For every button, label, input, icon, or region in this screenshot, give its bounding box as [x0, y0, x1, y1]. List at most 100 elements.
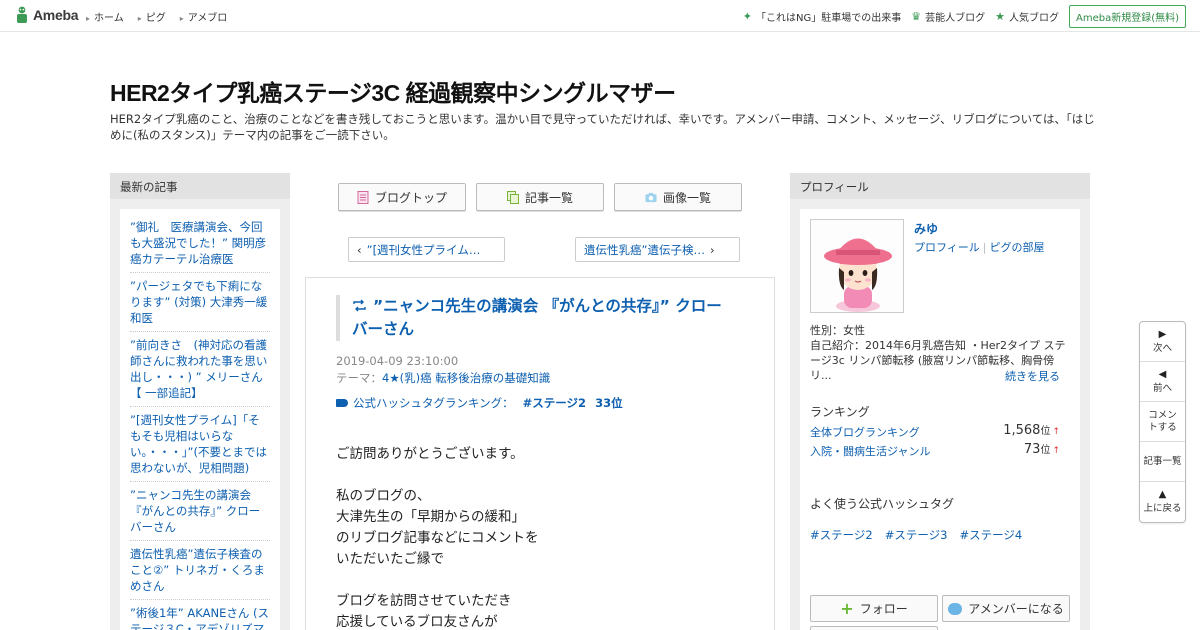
ranking-row-genre: 入院・闘病生活ジャンル 73位 ↑: [810, 442, 1060, 459]
logo-text: Ameba: [33, 7, 79, 23]
follow-label: フォロー: [859, 602, 908, 616]
recent-article-link[interactable]: ”術後1年” AKANEさん (ステージ３C・アデゾリズマブ): [130, 605, 270, 630]
body-line: ご訪問ありがとうございます。: [336, 446, 524, 462]
recent-article-link[interactable]: ”ニャンコ先生の講演会 『がんとの共存』” クローバーさん: [130, 487, 270, 541]
sparkle-icon: ✦: [742, 10, 752, 23]
back-to-top-button[interactable]: ▲ 上に戻る: [1140, 482, 1185, 522]
profile-gender: 性別：女性: [810, 324, 865, 337]
nav-ameblo[interactable]: アメブロ: [180, 9, 228, 24]
hashtag-list: #ステージ2 #ステージ3 #ステージ4: [810, 527, 1022, 543]
body-line: いただいたご縁で: [336, 551, 444, 567]
hashtag-link[interactable]: #ステージ4: [959, 527, 1022, 543]
body-line: 応援しているブロ友さんが: [336, 614, 498, 630]
profile-heading: プロフィール: [790, 173, 1090, 199]
profile-links: プロフィール | ピグの部屋: [914, 241, 1045, 254]
top-link-label: 芸能人ブログ: [925, 13, 986, 24]
article-body: ご訪問ありがとうございます。 私のブログの、 大津先生の「早期からの緩和」 のリ…: [336, 444, 756, 630]
profile-card: みゆ プロフィール | ピグの部屋 性別：女性 自己紹介：2014年6月乳癌告知 ・…: [800, 209, 1080, 630]
ameba-logo[interactable]: Ameba: [14, 6, 78, 24]
prev-article-link[interactable]: ‹ ”[週刊女性プライム…: [348, 237, 505, 262]
nav-pigg[interactable]: ピグ: [138, 9, 166, 24]
article-list-button[interactable]: 記事一覧: [476, 183, 604, 211]
comment-label: コメントする: [1148, 409, 1177, 433]
recent-article-link[interactable]: 遺伝性乳癌”遺伝子検査のこと②” トリネガ・くろまめさん: [130, 546, 270, 600]
rank-number: 1,568: [1003, 423, 1041, 438]
profile-link[interactable]: プロフィール: [914, 241, 980, 254]
blog-description: HER2タイプ乳癌のこと、治療のことなどを書き残しておこうと思います。温かい目で…: [110, 112, 1095, 142]
ranking-row-overall: 全体ブログランキング 1,568位 ↑: [810, 422, 1060, 440]
prev-label: 前へ: [1152, 382, 1172, 394]
recent-article-link[interactable]: ”御礼 医療講演会、今回も大盛況でした！” 関明彦 癌カテーテル治療医: [130, 219, 270, 273]
ranking-genre-link[interactable]: 入院・闘病生活ジャンル: [810, 445, 930, 458]
recent-article-link[interactable]: ”[週刊女性プライム]「そもそも児相はいらない。・・・」”(不要とまでは思わない…: [130, 412, 270, 482]
copy-icon: [506, 190, 519, 204]
side-article-list-button[interactable]: 記事一覧: [1140, 442, 1185, 482]
blog-top-button[interactable]: ブログトップ: [338, 183, 466, 211]
profile-name[interactable]: みゆ: [914, 220, 938, 237]
blog-nav-buttons: ブログトップ 記事一覧 画像一覧: [338, 183, 742, 211]
image-list-button[interactable]: 画像一覧: [614, 183, 742, 211]
top-bar: Ameba ホーム ピグ アメブロ ✦ 「これはNG」駐車場での出来事 ♛ 芸能…: [0, 0, 1200, 32]
top-link-label: 人気ブログ: [1008, 13, 1059, 24]
recent-article-link[interactable]: ”前向きさ (神対応の看護師さんに救われた事を思い出し・・・) ” メリーさん【…: [130, 337, 270, 407]
next-article-label: 遺伝性乳癌”遺伝子検…: [584, 242, 705, 257]
prev-button[interactable]: ◀ 前へ: [1140, 362, 1185, 402]
recent-article-link[interactable]: ”パージェタでも下痢になります” (対策) 大津秀一緩和医: [130, 278, 270, 332]
register-button[interactable]: Ameba新規登録(無料): [1068, 5, 1186, 28]
partial-button[interactable]: [810, 626, 938, 630]
article-date: 2019-04-09 23:10:00: [336, 354, 459, 368]
theme-link[interactable]: 4★(乳)癌 転移後治療の基礎知識: [382, 371, 550, 385]
article-title[interactable]: ”ニャンコ先生の講演会 『がんとの共存』” クローバーさん: [336, 295, 736, 341]
body-line: 私のブログの、: [336, 488, 431, 504]
hashtag-link[interactable]: #ステージ3: [885, 527, 948, 543]
next-button[interactable]: ▶ 次へ: [1140, 322, 1185, 362]
chevron-right-icon: ›: [709, 242, 715, 257]
ranking-overall-link[interactable]: 全体ブログランキング: [810, 426, 920, 439]
chevron-left-icon: ‹: [357, 242, 362, 257]
recent-articles-panel: 最新の記事 ”御礼 医療講演会、今回も大盛況でした！” 関明彦 癌カテーテル治療…: [110, 173, 290, 630]
article-title-text: ”ニャンコ先生の講演会 『がんとの共存』” クローバーさん: [352, 297, 722, 338]
triangle-right-icon: ▶: [1158, 328, 1167, 340]
recent-articles-list: ”御礼 医療講演会、今回も大盛況でした！” 関明彦 癌カテーテル治療医 ”パージ…: [120, 209, 280, 630]
avatar-image: [824, 238, 892, 312]
hashtag-prefix: 公式ハッシュタグランキング：: [353, 396, 514, 410]
article-list-label: 記事一覧: [524, 190, 573, 205]
top-link-parking[interactable]: ✦ 「これはNG」駐車場での出来事: [743, 9, 901, 24]
hashtag-heading: よく使う公式ハッシュタグ: [810, 497, 955, 511]
ranking-overall-value: 1,568位 ↑: [1003, 422, 1060, 438]
floating-side-nav: ▶ 次へ ◀ 前へ コメントする 記事一覧 ▲ 上に戻る: [1139, 321, 1186, 523]
camera-icon: [645, 192, 657, 202]
recent-articles-heading: 最新の記事: [110, 173, 290, 199]
hashtag-rank: 33位: [595, 396, 623, 410]
top-nav: ホーム ピグ アメブロ: [86, 9, 227, 24]
nav-home[interactable]: ホーム: [86, 9, 124, 24]
avatar[interactable]: [810, 219, 904, 313]
top-link-celebrity[interactable]: ♛ 芸能人ブログ: [911, 9, 985, 24]
star-icon: ★: [995, 10, 1005, 23]
chat-bubble-icon: [948, 602, 963, 615]
theme-prefix: テーマ：: [336, 371, 382, 385]
document-icon: [357, 190, 369, 204]
amember-label: アメンバーになる: [968, 602, 1064, 616]
back-to-top-label: 上に戻る: [1143, 503, 1182, 514]
body-line: ブログを訪問させていただき: [336, 593, 512, 609]
follow-button[interactable]: + フォロー: [810, 595, 938, 622]
body-line: 大津先生の「早期からの緩和」: [336, 509, 525, 525]
triangle-left-icon: ◀: [1158, 368, 1167, 380]
amember-button[interactable]: アメンバーになる: [942, 595, 1070, 622]
top-right-links: ✦ 「これはNG」駐車場での出来事 ♛ 芸能人ブログ ★ 人気ブログ Ameba…: [743, 5, 1186, 28]
comment-button[interactable]: コメントする: [1140, 402, 1185, 442]
rank-number: 73: [1023, 442, 1041, 457]
profile-panel: プロフィール みゆ プロフィール | ピグの部屋 性別：女性 自己紹介：2014…: [790, 173, 1090, 630]
next-article-link[interactable]: 遺伝性乳癌”遺伝子検… ›: [575, 237, 740, 262]
top-link-popular[interactable]: ★ 人気ブログ: [995, 9, 1059, 24]
ranking-heading: ランキング: [810, 405, 870, 419]
next-label: 次へ: [1152, 342, 1172, 354]
plus-icon: +: [840, 599, 854, 618]
blog-title[interactable]: HER2タイプ乳癌ステージ3C 経過観察中シングルマザー: [110, 74, 676, 108]
pigg-room-link[interactable]: ピグの部屋: [990, 241, 1045, 254]
hashtag-ranking[interactable]: 公式ハッシュタグランキング： #ステージ2 33位: [336, 395, 623, 411]
read-more-link[interactable]: 続きを見る: [1005, 368, 1060, 384]
hashtag-link[interactable]: #ステージ2: [810, 527, 873, 543]
article-theme: テーマ：4★(乳)癌 転移後治療の基礎知識: [336, 370, 550, 386]
